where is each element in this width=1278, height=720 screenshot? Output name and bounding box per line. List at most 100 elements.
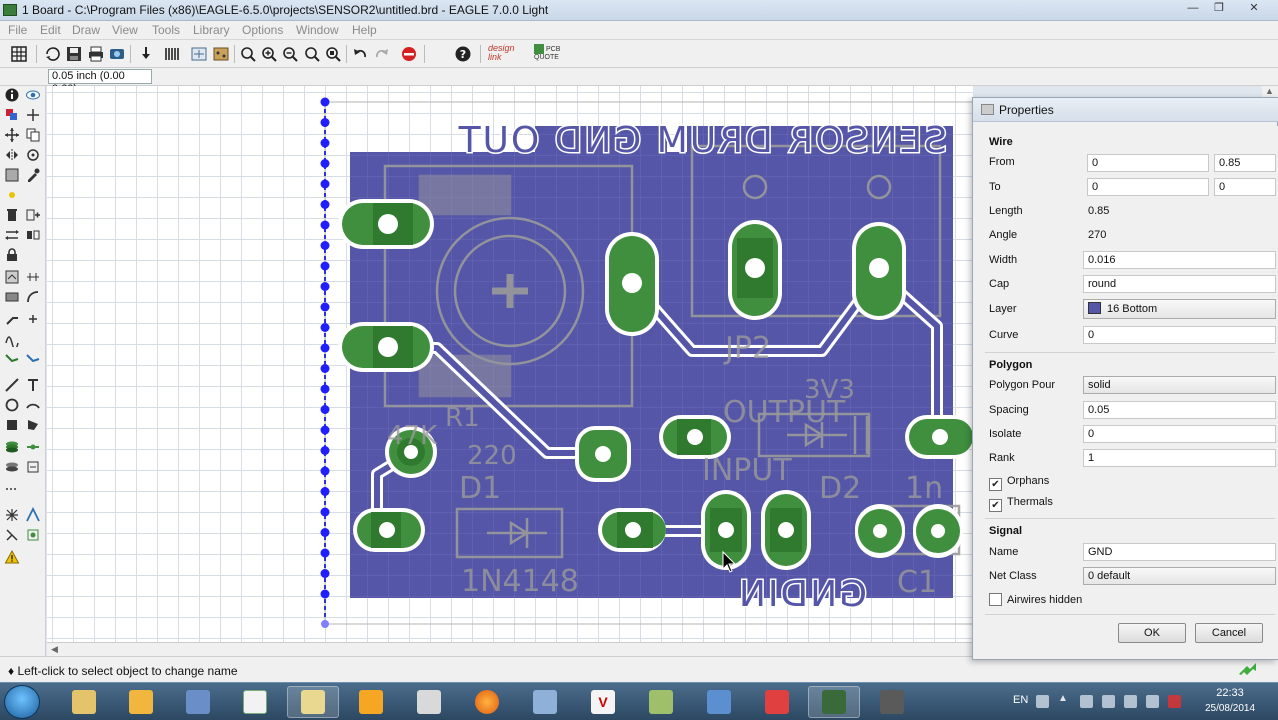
curve-field[interactable]: 0 bbox=[1083, 326, 1276, 344]
orphans-check-icon[interactable]: ✔ bbox=[989, 478, 1002, 491]
menu-view[interactable]: View bbox=[112, 23, 138, 37]
pinswap-icon[interactable] bbox=[3, 226, 21, 244]
optimize-icon[interactable] bbox=[24, 288, 42, 306]
properties-dialog[interactable]: Properties Wire From 0 0.85 To 0 0 Lengt… bbox=[972, 97, 1278, 660]
to-x-field[interactable]: 0 bbox=[1087, 178, 1209, 196]
grid-icon[interactable] bbox=[9, 44, 29, 64]
line-icon[interactable] bbox=[3, 376, 21, 394]
circle-icon[interactable] bbox=[3, 396, 21, 414]
move-icon[interactable] bbox=[3, 126, 21, 144]
scroll-up-icon[interactable]: ▲ bbox=[1265, 86, 1274, 96]
menu-options[interactable]: Options bbox=[242, 23, 283, 37]
chrome-taskbar-icon[interactable] bbox=[751, 686, 803, 718]
redraw-icon[interactable] bbox=[302, 44, 322, 64]
tray-app-icon[interactable] bbox=[1102, 695, 1115, 708]
signal-name-field[interactable]: GND bbox=[1083, 543, 1276, 561]
ripup-icon[interactable] bbox=[24, 310, 42, 328]
network-taskbar-icon[interactable] bbox=[172, 686, 224, 718]
network-status-icon[interactable] bbox=[1146, 695, 1159, 708]
drc-icon[interactable] bbox=[3, 526, 21, 544]
airwires-hidden-checkbox[interactable]: Airwires hidden bbox=[989, 593, 1082, 606]
volume-icon[interactable] bbox=[1168, 695, 1181, 708]
route-icon[interactable] bbox=[3, 310, 21, 328]
pcb-quote-button[interactable]: PCB QUOTE bbox=[534, 44, 570, 64]
menu-edit[interactable]: Edit bbox=[40, 23, 61, 37]
replace-icon[interactable] bbox=[24, 226, 42, 244]
maximize-button[interactable]: ❐ bbox=[1206, 1, 1232, 17]
vc-taskbar-icon[interactable]: V bbox=[577, 686, 629, 718]
zoom-fit-icon[interactable] bbox=[238, 44, 258, 64]
schematic-icon[interactable] bbox=[189, 44, 209, 64]
clock-time[interactable]: 22:33 bbox=[1202, 687, 1258, 699]
menu-draw[interactable]: Draw bbox=[72, 23, 100, 37]
spacing-field[interactable]: 0.05 bbox=[1083, 401, 1276, 419]
pad[interactable] bbox=[852, 222, 906, 320]
explorer-taskbar-icon[interactable] bbox=[58, 686, 110, 718]
to-y-field[interactable]: 0 bbox=[1214, 178, 1276, 196]
firefox-taskbar-icon[interactable] bbox=[461, 686, 513, 718]
virtualbox-taskbar-icon[interactable] bbox=[519, 686, 571, 718]
script-icon[interactable] bbox=[136, 44, 156, 64]
smash-icon[interactable] bbox=[3, 268, 21, 286]
pad[interactable] bbox=[905, 415, 973, 459]
layers-icon[interactable] bbox=[3, 438, 21, 456]
keyboard-icon[interactable] bbox=[1036, 695, 1049, 708]
menu-tools[interactable]: Tools bbox=[152, 23, 180, 37]
ratsnest-icon[interactable] bbox=[3, 480, 21, 498]
flag-icon[interactable] bbox=[1080, 695, 1093, 708]
open-icon[interactable] bbox=[43, 44, 63, 64]
chart-taskbar-icon[interactable] bbox=[229, 686, 281, 718]
canvas-scrollbar[interactable]: ◀ bbox=[47, 642, 973, 656]
split-icon[interactable] bbox=[24, 268, 42, 286]
copy-icon[interactable] bbox=[24, 126, 42, 144]
tool-taskbar-icon[interactable] bbox=[115, 686, 167, 718]
coordinate-display[interactable]: 0.05 inch (0.00 0.60) bbox=[48, 69, 152, 95]
miter-icon[interactable] bbox=[3, 288, 21, 306]
cancel-button[interactable]: Cancel bbox=[1195, 623, 1263, 643]
info-icon[interactable] bbox=[3, 86, 21, 104]
width-field[interactable]: 0.016 bbox=[1083, 251, 1276, 269]
autorouter-icon[interactable] bbox=[3, 506, 21, 524]
eagle2-taskbar-icon[interactable] bbox=[866, 686, 918, 718]
mirror-icon[interactable] bbox=[3, 146, 21, 164]
cam-icon[interactable] bbox=[107, 44, 127, 64]
orphans-checkbox[interactable]: ✔ Orphans bbox=[989, 475, 1049, 491]
ulp-icon[interactable] bbox=[162, 44, 182, 64]
airwires-check-icon[interactable] bbox=[989, 593, 1002, 606]
help-icon[interactable]: ? bbox=[453, 44, 473, 64]
hole-icon[interactable] bbox=[24, 438, 42, 456]
go-icon[interactable] bbox=[429, 44, 449, 64]
from-x-field[interactable]: 0 bbox=[1087, 154, 1209, 172]
netclass-select[interactable]: 0 default bbox=[1083, 567, 1276, 585]
cube-taskbar-icon[interactable] bbox=[403, 686, 455, 718]
from-y-field[interactable]: 0.85 bbox=[1214, 154, 1276, 172]
dimension-icon[interactable] bbox=[24, 458, 42, 476]
menu-library[interactable]: Library bbox=[193, 23, 230, 37]
thermals-check-icon[interactable]: ✔ bbox=[989, 499, 1002, 512]
clock-date[interactable]: 25/08/2014 bbox=[1198, 703, 1262, 714]
layer-select[interactable]: 16 Bottom bbox=[1083, 299, 1276, 319]
start-button[interactable] bbox=[4, 685, 40, 719]
delete-icon[interactable] bbox=[3, 206, 21, 224]
zoom-select-icon[interactable] bbox=[323, 44, 343, 64]
redo-icon[interactable] bbox=[372, 44, 392, 64]
erc-icon[interactable] bbox=[24, 506, 42, 524]
thermals-checkbox[interactable]: ✔ Thermals bbox=[989, 496, 1053, 512]
print-icon[interactable] bbox=[86, 44, 106, 64]
lock-icon[interactable] bbox=[3, 246, 21, 264]
pad[interactable] bbox=[338, 322, 434, 372]
dialog-title-bar[interactable]: Properties bbox=[973, 98, 1278, 122]
display-icon[interactable] bbox=[3, 106, 21, 124]
rect-icon[interactable] bbox=[3, 416, 21, 434]
stop-icon[interactable] bbox=[399, 44, 419, 64]
board-canvas[interactable]: SENSOR DRUM GND OUT JP2 R1 47K 220 D1 1N… bbox=[47, 86, 973, 642]
zoom-in-icon[interactable] bbox=[259, 44, 279, 64]
folder-taskbar-icon[interactable] bbox=[287, 686, 339, 718]
scroll-left-icon[interactable]: ◀ bbox=[51, 644, 58, 655]
outlook-taskbar-icon[interactable] bbox=[345, 686, 397, 718]
tools2-taskbar-icon[interactable] bbox=[635, 686, 687, 718]
pad[interactable] bbox=[761, 490, 811, 570]
polygon-pour-select[interactable]: solid bbox=[1083, 376, 1276, 394]
isolate-field[interactable]: 0 bbox=[1083, 425, 1276, 443]
close-button[interactable]: ✕ bbox=[1236, 1, 1272, 17]
